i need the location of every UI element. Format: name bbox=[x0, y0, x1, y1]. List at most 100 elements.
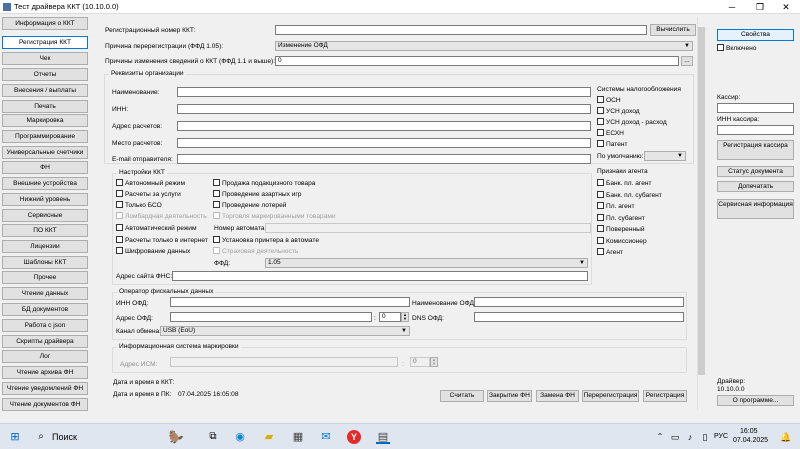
windows-start-icon[interactable]: ⊞ bbox=[8, 430, 22, 444]
nav-item[interactable]: Внесения / выплаты bbox=[2, 84, 88, 97]
cashier-input[interactable] bbox=[717, 103, 794, 113]
agent-checkbox[interactable]: Пл. субагент bbox=[597, 213, 645, 223]
nav-item[interactable]: Лог bbox=[2, 350, 88, 363]
org-name-input[interactable] bbox=[177, 87, 591, 97]
printer-in-automat-checkbox[interactable]: Установка принтера в автомате bbox=[213, 236, 319, 245]
network-icon[interactable]: ▭ bbox=[668, 430, 682, 444]
nav-item[interactable]: Информация о ККТ bbox=[2, 17, 88, 30]
beaver-widget-icon[interactable]: 🦫 bbox=[156, 430, 196, 444]
nav-item[interactable]: ПО ККТ bbox=[2, 224, 88, 237]
settings-checkbox[interactable]: Расчеты за услуги bbox=[116, 190, 181, 199]
nav-item[interactable]: Программирование bbox=[2, 130, 88, 143]
nav-item[interactable]: Скрипты драйвера bbox=[2, 335, 88, 348]
clock-time[interactable]: 16:05 bbox=[740, 428, 758, 435]
internet-only-checkbox[interactable]: Расчеты только в интернет bbox=[116, 236, 208, 245]
org-place-input[interactable] bbox=[177, 138, 591, 148]
nav-item[interactable]: Универсальные счетчики bbox=[2, 146, 88, 159]
battery-icon[interactable]: ▯ bbox=[698, 430, 712, 444]
volume-icon[interactable]: ♪ bbox=[683, 430, 697, 444]
file-explorer-icon[interactable]: ▰ bbox=[262, 430, 276, 444]
ofd-channel-select[interactable]: USB (EoU) ▼ bbox=[160, 326, 410, 336]
nav-item[interactable]: Сервисные bbox=[2, 209, 88, 222]
agent-checkbox[interactable]: Комиссионер bbox=[597, 236, 647, 246]
nav-item[interactable]: Регистрация ККТ bbox=[2, 36, 88, 49]
settings-checkbox[interactable]: Только БСО bbox=[116, 201, 162, 210]
scrollbar-thumb[interactable] bbox=[698, 27, 705, 375]
cashier-inn-input[interactable] bbox=[717, 125, 794, 135]
document-status-button[interactable]: Статус документа bbox=[717, 166, 794, 177]
settings-checkbox[interactable]: Проведение азартных игр bbox=[213, 190, 301, 199]
encryption-checkbox[interactable]: Шифрование данных bbox=[116, 247, 190, 256]
maximize-button[interactable]: ❐ bbox=[746, 0, 774, 14]
agent-checkbox[interactable]: Пл. агент bbox=[597, 202, 635, 211]
tax-checkbox[interactable]: УСН доход bbox=[597, 107, 640, 116]
close-button[interactable]: ✕ bbox=[772, 0, 800, 14]
ofd-port-spinner[interactable]: ▲ ▼ bbox=[401, 312, 409, 322]
nav-item[interactable]: Шаблоны ККТ bbox=[2, 256, 88, 269]
agent-checkbox[interactable]: Агент bbox=[597, 248, 623, 257]
changes-input[interactable]: 0 bbox=[275, 56, 679, 66]
agent-checkbox[interactable]: Банк. пл. субагент bbox=[597, 190, 662, 200]
ism-port-input[interactable]: 0 bbox=[410, 357, 430, 367]
ism-port-spinner[interactable]: ▲ ▼ bbox=[430, 357, 438, 367]
nav-item[interactable]: Нижний уровень bbox=[2, 193, 88, 206]
nav-item[interactable]: ФН bbox=[2, 161, 88, 174]
calculate-button[interactable]: Вычислить bbox=[650, 24, 696, 36]
chevron-up-icon[interactable]: ⌃ bbox=[653, 430, 667, 444]
properties-button[interactable]: Свойства bbox=[717, 29, 794, 41]
edge-icon[interactable]: ◉ bbox=[233, 430, 247, 444]
settings-checkbox[interactable]: Продажа подакцизного товара bbox=[213, 179, 315, 188]
tax-checkbox[interactable]: ЕСХН bbox=[597, 129, 624, 138]
marked-goods-checkbox[interactable]: Торговля маркированными товарами bbox=[213, 212, 336, 221]
settings-checkbox[interactable]: Автономный режим bbox=[116, 179, 185, 188]
changes-more-button[interactable]: ... bbox=[681, 56, 693, 66]
automat-number-input[interactable] bbox=[265, 223, 591, 233]
tax-checkbox[interactable]: Патент bbox=[597, 140, 628, 149]
ofd-inn-input[interactable] bbox=[170, 297, 410, 307]
ofd-name-input[interactable] bbox=[474, 297, 684, 307]
nav-item[interactable]: Прочее bbox=[2, 271, 88, 284]
store-icon[interactable]: ▦ bbox=[291, 430, 305, 444]
lombard-checkbox[interactable]: Ломбардная деятельность bbox=[116, 212, 207, 221]
nav-item[interactable]: Чтение уведомлений ФН bbox=[2, 382, 88, 395]
settings-checkbox[interactable]: Проведение лотерей bbox=[213, 201, 286, 210]
nav-item[interactable]: Лицензии bbox=[2, 240, 88, 253]
nav-item[interactable]: Чек bbox=[2, 52, 88, 65]
org-email-input[interactable] bbox=[177, 154, 591, 164]
nav-item[interactable]: БД документов bbox=[2, 303, 88, 316]
register-cashier-button[interactable]: Регистрация кассира bbox=[717, 140, 794, 160]
clock-date[interactable]: 07.04.2025 bbox=[733, 437, 768, 444]
nav-item[interactable]: Чтение данных bbox=[2, 287, 88, 300]
registration-button[interactable]: Регистрация bbox=[643, 390, 687, 402]
ofd-address-input[interactable] bbox=[170, 312, 372, 322]
nav-item[interactable]: Чтение документов ФН bbox=[2, 398, 88, 411]
notification-bell-icon[interactable]: 🔔 bbox=[779, 430, 793, 444]
ofd-dns-input[interactable] bbox=[474, 312, 684, 322]
reregistration-button[interactable]: Перерегистрация bbox=[582, 390, 639, 402]
insurance-checkbox[interactable]: Страховая деятельность bbox=[213, 247, 298, 256]
nav-item[interactable]: Маркировка bbox=[2, 114, 88, 127]
nav-item[interactable]: Внешние устройства bbox=[2, 177, 88, 190]
agent-checkbox[interactable]: Банк. пл. агент bbox=[597, 179, 652, 188]
ffd-select[interactable]: 1.05 ▼ bbox=[265, 258, 588, 268]
task-view-icon[interactable]: ⧉ bbox=[206, 430, 220, 444]
org-address-input[interactable] bbox=[177, 121, 591, 131]
regnum-input[interactable] bbox=[275, 25, 647, 35]
read-button[interactable]: Считать bbox=[440, 390, 484, 402]
nav-item[interactable]: Работа с json bbox=[2, 319, 88, 332]
finish-print-button[interactable]: Допечатать bbox=[717, 181, 794, 192]
nav-item[interactable]: Отчеты bbox=[2, 68, 88, 81]
fns-site-input[interactable] bbox=[172, 271, 588, 281]
service-info-button[interactable]: Сервисная информация bbox=[717, 199, 794, 219]
agent-checkbox[interactable]: Поверенный bbox=[597, 225, 645, 234]
nav-item[interactable]: Печать bbox=[2, 100, 88, 113]
tax-checkbox[interactable]: УСН доход - расход bbox=[597, 118, 667, 127]
mail-icon[interactable]: ✉ bbox=[319, 430, 333, 444]
keyboard-language[interactable]: РУС bbox=[714, 433, 728, 440]
org-inn-input[interactable] bbox=[177, 104, 591, 114]
nav-item[interactable]: Чтение архива ФН bbox=[2, 366, 88, 379]
tax-default-select[interactable]: ▼ bbox=[644, 151, 686, 161]
enabled-checkbox[interactable]: Включено bbox=[717, 44, 756, 53]
yandex-browser-icon[interactable]: Y bbox=[347, 430, 361, 444]
ofd-port-input[interactable]: 0 bbox=[379, 312, 401, 322]
